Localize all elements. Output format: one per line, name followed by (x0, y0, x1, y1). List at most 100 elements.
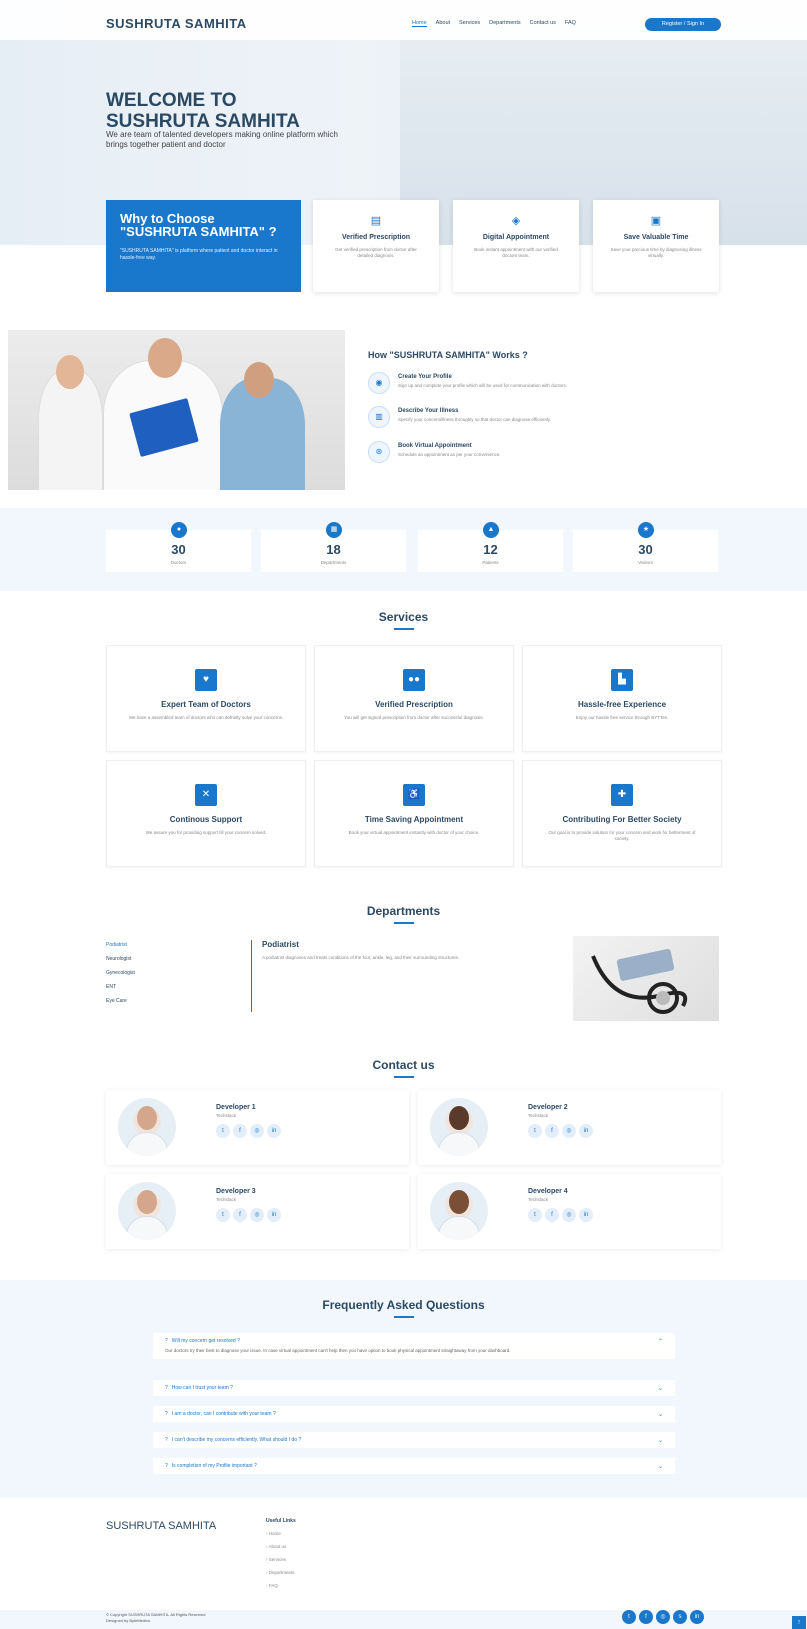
images-icon: ▣ (650, 215, 662, 227)
footer-logo[interactable]: SUSHRUTA SAMHITA (106, 1520, 216, 1532)
how-step: ⊛ Book Virtual Appointment Schedule an a… (368, 441, 668, 463)
skype-icon[interactable]: s (673, 1610, 687, 1624)
flask-icon: ▲ (483, 522, 499, 538)
footer-link[interactable]: › Services (266, 1557, 286, 1562)
feature-card: ◈ Digital Appointment Book instant appoi… (453, 200, 579, 292)
faq-item[interactable]: ? Is completion of my Profile important ?… (153, 1458, 675, 1474)
developer-card: Developer 2 Techstack t f ◎ in (418, 1090, 721, 1165)
nav-departments[interactable]: Departments (489, 20, 521, 27)
award-icon: ★ (638, 522, 654, 538)
department-tab[interactable]: Neurologist (106, 956, 246, 970)
twitter-icon[interactable]: t (216, 1124, 230, 1138)
chevron-down-icon[interactable]: ⌄ (658, 1437, 663, 1444)
facebook-icon[interactable]: f (233, 1124, 247, 1138)
footer-link[interactable]: › Home (266, 1531, 281, 1536)
facebook-icon[interactable]: f (233, 1208, 247, 1222)
atom-icon: ⊛ (368, 441, 390, 463)
nav-contact[interactable]: Contact us (530, 20, 556, 27)
services-title: Services (378, 610, 429, 624)
developer-card: Developer 1 Techstack t f ◎ in (106, 1090, 409, 1165)
departments-title: Departments (366, 904, 441, 918)
section-underline (394, 922, 414, 924)
gem-icon: ◈ (511, 215, 521, 227)
back-to-top-button[interactable]: ↑ (792, 1616, 806, 1629)
twitter-icon[interactable]: t (216, 1208, 230, 1222)
department-tab[interactable]: Eye Care (106, 998, 246, 1012)
how-step: ◉ Create Your Profile Sign up and comple… (368, 372, 668, 394)
linkedin-icon[interactable]: in (690, 1610, 704, 1624)
chevron-down-icon[interactable]: ⌄ (658, 1411, 663, 1418)
hero-title: WELCOME TO SUSHRUTA SAMHITA (106, 90, 300, 132)
service-card: ▙ Hassle-free Experience Enjoy our hassl… (522, 645, 722, 752)
instagram-icon[interactable]: ◎ (562, 1208, 576, 1222)
facebook-icon[interactable]: f (545, 1124, 559, 1138)
footer-links-title: Useful Links (266, 1518, 296, 1524)
linkedin-icon[interactable]: in (579, 1124, 593, 1138)
twitter-icon[interactable]: t (528, 1208, 542, 1222)
instagram-icon[interactable]: ◎ (562, 1124, 576, 1138)
service-card: ♥ Expert Team of Doctors We have a assem… (106, 645, 306, 752)
department-tab[interactable]: Podiatrist (106, 942, 246, 956)
doctors-team-photo (8, 330, 345, 490)
service-card: ✕ Continous Support We assure you for pr… (106, 760, 306, 867)
chevron-down-icon[interactable]: ⌄ (658, 1385, 663, 1392)
developer-card: Developer 3 Techstack t f ◎ in (106, 1174, 409, 1249)
stethoscope-icon (591, 948, 688, 1014)
stethoscope-image (573, 936, 719, 1021)
section-underline (394, 628, 414, 630)
section-underline (394, 1076, 414, 1078)
social-links: t f ◎ in (216, 1124, 281, 1138)
how-step: ▥ Describe Your Illness Specify your con… (368, 406, 668, 428)
department-tab[interactable]: ENT (106, 984, 246, 998)
twitter-icon[interactable]: t (528, 1124, 542, 1138)
help-circle-icon: ? (165, 1437, 168, 1443)
faq-item[interactable]: ? I am a doctor, can I contribute with yo… (153, 1406, 675, 1422)
linkedin-icon[interactable]: in (267, 1124, 281, 1138)
avatar (118, 1098, 176, 1156)
dna-icon: ✕ (195, 784, 217, 806)
site-logo[interactable]: SUSHRUTA SAMHITA (106, 16, 247, 31)
footer-link[interactable]: › FAQ (266, 1583, 278, 1588)
linkedin-icon[interactable]: in (267, 1208, 281, 1222)
register-button[interactable]: Register / Sign In (645, 18, 721, 31)
developer-card: Developer 4 Techstack t f ◎ in (418, 1174, 721, 1249)
feature-card: ▤ Verified Prescription Get verified pre… (313, 200, 439, 292)
arrow-up-icon: ↑ (797, 1619, 801, 1626)
faq-item[interactable]: ? Will my concern get resolved ? ⌃ Our doc… (153, 1333, 675, 1359)
chevron-up-icon[interactable]: ⌃ (658, 1338, 663, 1345)
twitter-icon[interactable]: t (622, 1610, 636, 1624)
help-circle-icon: ? (165, 1385, 168, 1391)
facebook-icon[interactable]: f (545, 1208, 559, 1222)
section-underline (394, 1316, 414, 1318)
instagram-icon[interactable]: ◎ (250, 1208, 264, 1222)
why-title: Why to Choose "SUSHRUTA SAMHITA" ? (120, 211, 277, 239)
wheelchair-icon: ♿ (403, 784, 425, 806)
linkedin-icon[interactable]: in (579, 1208, 593, 1222)
facebook-icon[interactable]: f (639, 1610, 653, 1624)
instagram-icon[interactable]: ◎ (250, 1124, 264, 1138)
site-header: SUSHRUTA SAMHITA Home About Services Dep… (0, 0, 807, 40)
chevron-down-icon[interactable]: ⌄ (658, 1463, 663, 1470)
why-choose-box: Why to Choose "SUSHRUTA SAMHITA" ? "SUSH… (106, 200, 301, 292)
service-card: ●● Verified Prescription You will get si… (314, 645, 514, 752)
nav-home[interactable]: Home (412, 20, 427, 27)
user-md-icon: ● (171, 522, 187, 538)
nav-services[interactable]: Services (459, 20, 480, 27)
nav-about[interactable]: About (436, 20, 450, 27)
faq-item[interactable]: ? How can I trust your team ? ⌄ (153, 1380, 675, 1396)
notes-medical-icon: ✚ (611, 784, 633, 806)
service-card: ♿ Time Saving Appointment Book your virt… (314, 760, 514, 867)
footer-social-links: t f ◎ s in (622, 1610, 704, 1624)
footer-link[interactable]: › Departments (266, 1570, 295, 1575)
footer-link[interactable]: › About us (266, 1544, 286, 1549)
avatar (118, 1182, 176, 1240)
instagram-icon[interactable]: ◎ (656, 1610, 670, 1624)
faq-item[interactable]: ? I can't describe my concerns efficientl… (153, 1432, 675, 1448)
social-links: t f ◎ in (216, 1208, 281, 1222)
pills-icon: ●● (403, 669, 425, 691)
hero-subtitle: We are team of talented developers makin… (106, 130, 338, 149)
avatar (430, 1098, 488, 1156)
department-tab[interactable]: Gynecologist (106, 970, 246, 984)
department-list: Podiatrist Neurologist Gynecologist ENT … (106, 942, 246, 1012)
nav-faq[interactable]: FAQ (565, 20, 576, 27)
